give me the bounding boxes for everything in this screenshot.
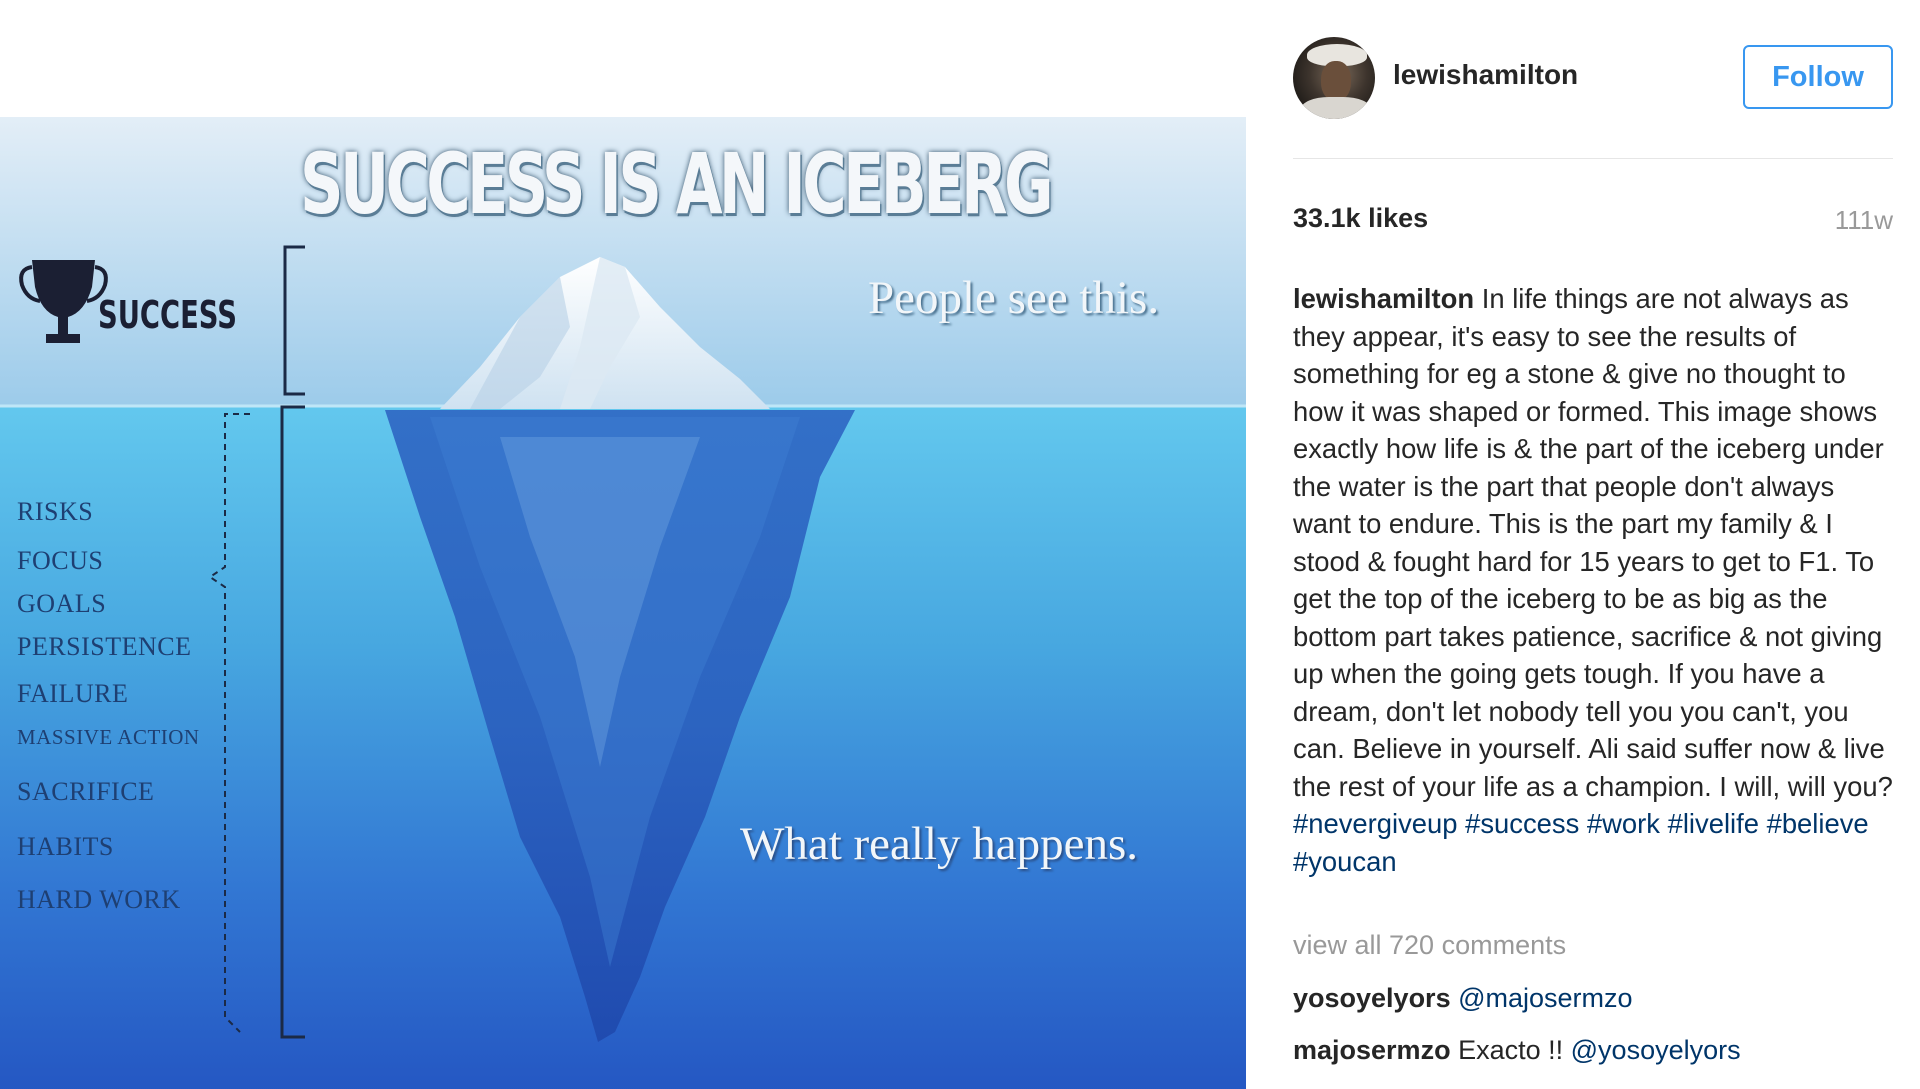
caption-text: In life things are not always as they ap…: [1293, 283, 1893, 802]
comment-item: majosermzo Exacto !! @yosoyelyors: [1293, 1035, 1741, 1066]
trait-persistence: PERSISTENCE: [17, 632, 192, 661]
hashtag-link[interactable]: #youcan: [1293, 846, 1397, 877]
trait-habits: HABITS: [17, 832, 114, 861]
trait-goals: GOALS: [17, 589, 107, 618]
hashtag-link[interactable]: #work: [1587, 808, 1660, 839]
hashtag-link[interactable]: #livelife: [1668, 808, 1759, 839]
post-caption: lewishamilton In life things are not alw…: [1293, 280, 1893, 880]
trait-sacrifice: SACRIFICE: [17, 777, 155, 806]
comment-username-link[interactable]: majosermzo: [1293, 1035, 1451, 1065]
hashtag-link[interactable]: #nevergiveup: [1293, 808, 1457, 839]
divider: [1293, 158, 1893, 159]
post-image[interactable]: SUCCESS IS AN ICEBERG SUCCESS People see…: [0, 117, 1246, 1089]
iceberg-illustration: [0, 117, 1246, 1089]
comment-item: yosoyelyors @majosermzo: [1293, 983, 1633, 1014]
caption-username-link[interactable]: lewishamilton: [1293, 283, 1474, 314]
post-age[interactable]: 111w: [1835, 205, 1893, 236]
trait-failure: FAILURE: [17, 679, 129, 708]
comment-mention-link[interactable]: @majosermzo: [1458, 983, 1632, 1013]
image-what-happens-text: What really happens.: [740, 818, 1139, 870]
post-header: lewishamilton Follow: [1293, 37, 1893, 121]
hashtag-link[interactable]: #success: [1465, 808, 1579, 839]
trait-massive-action: MASSIVE ACTION: [17, 725, 200, 749]
trait-risks: RISKS: [17, 497, 94, 526]
comment-text: Exacto !!: [1458, 1035, 1564, 1065]
likes-count[interactable]: 33.1k likes: [1293, 203, 1428, 234]
follow-button[interactable]: Follow: [1743, 45, 1893, 109]
trait-hard-work: HARD WORK: [17, 885, 181, 914]
avatar[interactable]: [1293, 37, 1375, 119]
view-all-comments-link[interactable]: view all 720 comments: [1293, 930, 1566, 961]
post-side-panel: lewishamilton Follow 33.1k likes 111w le…: [1293, 0, 1893, 1089]
comment-username-link[interactable]: yosoyelyors: [1293, 983, 1451, 1013]
header-username-link[interactable]: lewishamilton: [1393, 59, 1578, 91]
trait-focus: FOCUS: [17, 546, 104, 575]
image-people-see-text: People see this.: [868, 272, 1160, 324]
hashtag-link[interactable]: #believe: [1767, 808, 1869, 839]
image-title: SUCCESS IS AN ICEBERG: [300, 135, 1054, 233]
image-success-label: SUCCESS: [98, 293, 237, 337]
comment-mention-link[interactable]: @yosoyelyors: [1571, 1035, 1741, 1065]
